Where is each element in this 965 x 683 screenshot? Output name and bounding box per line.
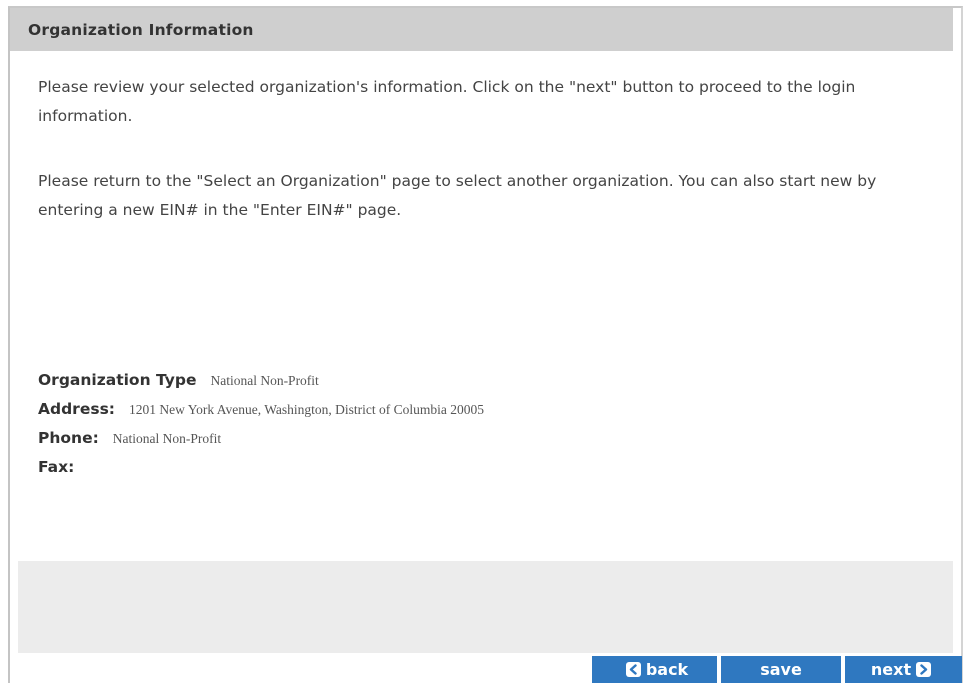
save-button[interactable]: save xyxy=(721,656,841,683)
arrow-right-icon xyxy=(916,662,932,677)
organization-type-label: Organization Type xyxy=(38,371,197,389)
panel-title: Organization Information xyxy=(28,20,254,39)
panel-body: Please review your selected organization… xyxy=(18,51,953,561)
footer-gray-area xyxy=(18,561,953,653)
next-button[interactable]: next xyxy=(845,656,962,683)
phone-row: Phone: National Non-Profit xyxy=(38,429,938,458)
intro-paragraph-return: Please return to the "Select an Organiza… xyxy=(38,172,877,219)
intro-paragraph-review: Please review your selected organization… xyxy=(38,78,856,125)
fax-row: Fax: xyxy=(38,458,938,487)
panel-header: Organization Information xyxy=(10,8,953,51)
address-value: 1201 New York Avenue, Washington, Distri… xyxy=(129,402,485,417)
arrow-left-icon xyxy=(625,662,641,677)
save-button-label: save xyxy=(760,660,802,679)
back-button-label: back xyxy=(645,660,689,679)
organization-type-row: Organization Type National Non-Profit xyxy=(38,371,938,400)
organization-details: Organization Type National Non-Profit Ad… xyxy=(38,371,938,487)
phone-label: Phone: xyxy=(38,429,99,447)
back-button[interactable]: back xyxy=(592,656,717,683)
address-row: Address: 1201 New York Avenue, Washingto… xyxy=(38,400,938,429)
organization-type-value: National Non-Profit xyxy=(210,373,319,388)
phone-value: National Non-Profit xyxy=(112,431,222,446)
next-button-label: next xyxy=(870,660,912,679)
address-label: Address: xyxy=(38,400,115,418)
fax-label: Fax: xyxy=(38,458,75,476)
